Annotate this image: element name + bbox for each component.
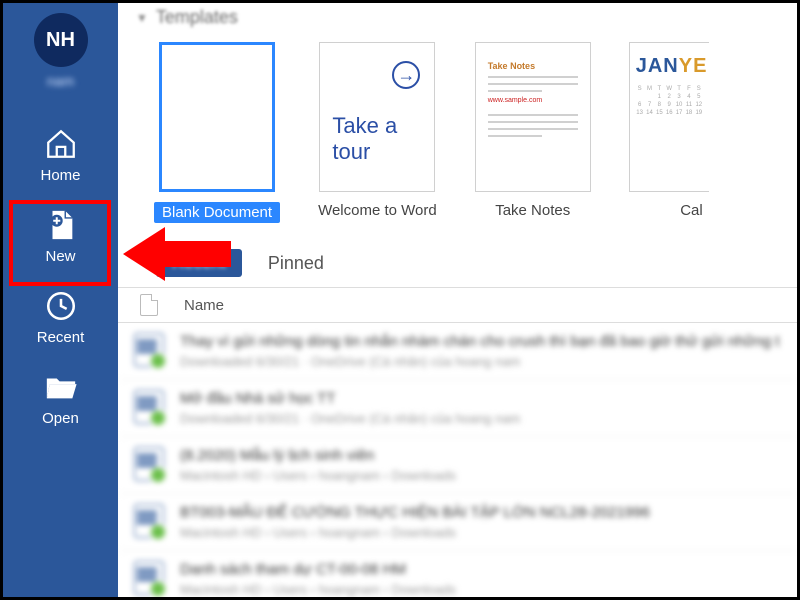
avatar-name: nam: [47, 73, 74, 89]
template-take-notes[interactable]: Take Notes www.sample.com Take Notes: [475, 42, 591, 223]
sidebar-item-label: Open: [42, 410, 79, 427]
table-header: Name: [118, 287, 797, 323]
take-notes-title: Take Notes: [488, 61, 578, 71]
template-blank-document[interactable]: Blank Document: [154, 42, 280, 223]
sidebar-item-recent[interactable]: Recent: [3, 275, 118, 356]
calendar-grid: SMTWTFS 12345 6789101112 13141516171819: [636, 86, 703, 116]
template-label: Welcome to Word: [318, 202, 437, 219]
tour-line: Take a: [332, 113, 424, 139]
word-document-icon: [134, 504, 164, 538]
file-row[interactable]: (8.2020) Mẫu lý lịch sinh viên Macintosh…: [118, 437, 797, 494]
template-label: Blank Document: [154, 202, 280, 223]
tabs-row: Recent Pinned: [118, 223, 797, 287]
sidebar: NH nam Home New Recent Open: [3, 3, 118, 597]
template-thumb: → Take a tour: [319, 42, 435, 192]
column-name[interactable]: Name: [184, 297, 224, 314]
template-calendar[interactable]: JANYE SMTWTFS 12345 6789101112 131415161…: [629, 42, 709, 223]
new-document-icon: [44, 208, 78, 242]
tab-pinned[interactable]: Pinned: [268, 253, 324, 274]
tab-recent[interactable]: Recent: [156, 249, 242, 277]
file-subtitle: Downloaded 6/30/21 · OneDrive (Cá nhân) …: [180, 354, 780, 369]
sidebar-item-label: New: [45, 248, 75, 265]
word-document-icon: [134, 561, 164, 595]
collapse-triangle-icon: ▼: [136, 11, 148, 25]
home-icon: [44, 127, 78, 161]
file-row[interactable]: Mở đầu Nhà sử học TT Downloaded 6/30/21 …: [118, 380, 797, 437]
template-thumb: JANYE SMTWTFS 12345 6789101112 131415161…: [629, 42, 709, 192]
folder-open-icon: [44, 370, 78, 404]
file-subtitle: Macintosh HD › Users › hoangnam › Downlo…: [180, 468, 456, 483]
file-subtitle: Macintosh HD › Users › hoangnam › Downlo…: [180, 582, 456, 597]
file-title: (8.2020) Mẫu lý lịch sinh viên: [180, 447, 456, 464]
file-title: Mở đầu Nhà sử học TT: [180, 390, 520, 407]
calendar-month-title: JANYE: [636, 55, 703, 78]
templates-header[interactable]: ▼ Templates: [118, 3, 797, 28]
template-welcome-to-word[interactable]: → Take a tour Welcome to Word: [318, 42, 437, 223]
template-thumb: [159, 42, 275, 192]
take-notes-sub: www.sample.com: [488, 97, 578, 104]
templates-row: Blank Document → Take a tour Welcome to …: [118, 28, 797, 223]
file-list: Thay vì gửi những dòng tin nhắn nhàm chá…: [118, 323, 797, 597]
sidebar-item-home[interactable]: Home: [3, 113, 118, 194]
word-document-icon: [134, 447, 164, 481]
file-row[interactable]: Thay vì gửi những dòng tin nhắn nhàm chá…: [118, 323, 797, 380]
file-subtitle: Macintosh HD › Users › hoangnam › Downlo…: [180, 525, 650, 540]
main-panel: ▼ Templates Blank Document → Take a tour…: [118, 3, 797, 597]
word-document-icon: [134, 333, 164, 367]
file-row[interactable]: Danh sách tham dự CT-00-08 HM Macintosh …: [118, 551, 797, 597]
avatar[interactable]: NH: [34, 13, 88, 67]
file-title: BT003-MẪU ĐỂ CƯỜNG THỰC HIỆN BÀI TẬP LỚN…: [180, 504, 650, 521]
file-row[interactable]: BT003-MẪU ĐỂ CƯỜNG THỰC HIỆN BÀI TẬP LỚN…: [118, 494, 797, 551]
word-document-icon: [134, 390, 164, 424]
template-label: Cal: [680, 202, 703, 219]
file-title: Thay vì gửi những dòng tin nhắn nhàm chá…: [180, 333, 780, 350]
sidebar-item-label: Home: [40, 167, 80, 184]
file-title: Danh sách tham dự CT-00-08 HM: [180, 561, 456, 578]
sidebar-item-open[interactable]: Open: [3, 356, 118, 437]
template-thumb: Take Notes www.sample.com: [475, 42, 591, 192]
recent-icon: [44, 289, 78, 323]
templates-title: Templates: [156, 7, 238, 28]
sidebar-item-new[interactable]: New: [3, 194, 118, 275]
document-icon: [140, 294, 158, 316]
sidebar-item-label: Recent: [37, 329, 85, 346]
template-label: Take Notes: [495, 202, 570, 219]
file-subtitle: Downloaded 6/30/21 · OneDrive (Cá nhân) …: [180, 411, 520, 426]
tour-line: tour: [332, 139, 424, 165]
